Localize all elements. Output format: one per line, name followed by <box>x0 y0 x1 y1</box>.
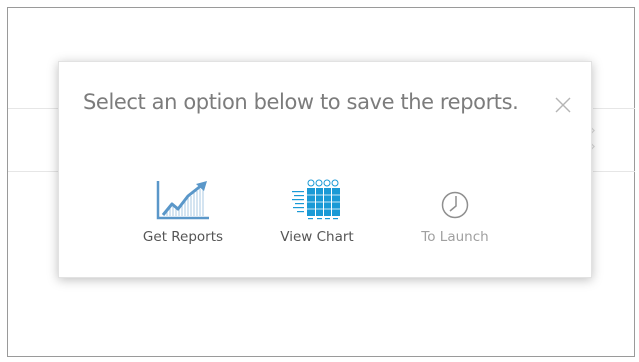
background-divider <box>8 108 58 109</box>
dialog-title: Select an option below to save the repor… <box>83 90 519 114</box>
view-chart-button[interactable]: View Chart <box>262 177 372 252</box>
close-button[interactable] <box>553 95 573 115</box>
clock-icon <box>441 191 469 219</box>
background-divider <box>593 108 635 109</box>
line-chart-icon <box>156 181 209 220</box>
to-launch-label: To Launch <box>421 229 489 245</box>
view-chart-label: View Chart <box>280 229 354 245</box>
background-divider <box>593 171 635 172</box>
save-reports-dialog: Select an option below to save the repor… <box>58 61 592 278</box>
get-reports-label: Get Reports <box>142 229 224 245</box>
close-icon <box>555 97 571 113</box>
bar-chart-icon <box>292 179 340 220</box>
get-reports-button[interactable]: Get Reports <box>128 177 238 252</box>
background-divider <box>8 171 58 172</box>
to-launch-button[interactable]: To Launch <box>400 177 510 252</box>
